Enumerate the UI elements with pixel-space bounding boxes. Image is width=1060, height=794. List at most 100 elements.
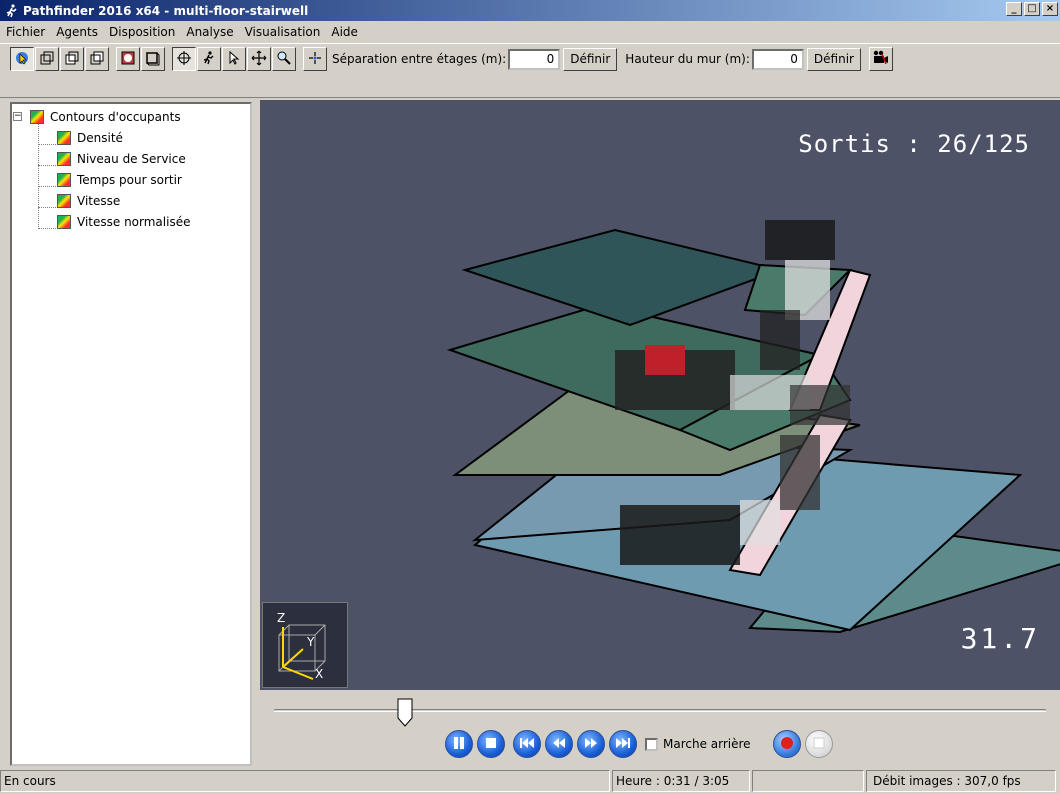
tree-root-contours[interactable]: Contours d'occupants: [30, 107, 181, 127]
floor-separation-label: Séparation entre étages (m):: [332, 52, 507, 66]
stop-button[interactable]: [477, 730, 505, 758]
orbit-icon: [176, 50, 192, 69]
zoom-button[interactable]: [272, 47, 296, 71]
fast-forward-icon: [583, 736, 599, 753]
timeline-track[interactable]: [274, 709, 1046, 712]
rewind-icon: [551, 736, 567, 753]
menu-bar: Fichier Agents Disposition Analyse Visua…: [0, 22, 1060, 42]
playback-controls: Marche arrière: [260, 690, 1060, 766]
render-mode-button[interactable]: [116, 47, 140, 71]
toolbar: Séparation entre étages (m): 0 Définir H…: [0, 43, 1060, 98]
rewind-button[interactable]: [545, 730, 573, 758]
title-bar: Pathfinder 2016 x64 - multi-floor-stairw…: [0, 0, 1060, 21]
tree-item-label: Vitesse normalisée: [77, 215, 191, 229]
record-button[interactable]: [772, 730, 801, 758]
menu-agents[interactable]: Agents: [50, 25, 103, 39]
tree-item-vitesse-normalisee[interactable]: Vitesse normalisée: [57, 212, 190, 232]
tree-item-densite[interactable]: Densité: [57, 128, 123, 148]
minimize-button[interactable]: _: [1006, 2, 1022, 16]
view-3d-button[interactable]: [35, 47, 59, 71]
wireframe-button[interactable]: [141, 47, 165, 71]
timeline-thumb[interactable]: [396, 698, 416, 731]
cube-side-icon: [89, 50, 105, 69]
define-floor-separation-button[interactable]: Définir: [563, 47, 618, 71]
stairwell-scene: [446, 220, 1060, 634]
reverse-checkbox[interactable]: [645, 737, 658, 751]
contour-gradient-icon: [57, 173, 71, 187]
arrow-pointer-icon: [226, 50, 242, 69]
collapse-toggle[interactable]: −: [13, 112, 22, 121]
tree-item-label: Niveau de Service: [77, 152, 186, 166]
movie-camera-icon: [872, 50, 890, 69]
center-button[interactable]: [303, 47, 327, 71]
menu-fichier[interactable]: Fichier: [0, 25, 50, 39]
orbit-button[interactable]: [172, 47, 196, 71]
tree-item-temps-pour-sortir[interactable]: Temps pour sortir: [57, 170, 182, 190]
tree-root-label: Contours d'occupants: [50, 110, 181, 124]
skip-start-icon: [519, 736, 535, 753]
menu-analyse[interactable]: Analyse: [180, 25, 238, 39]
pause-icon: [452, 736, 466, 753]
running-man-icon: [4, 3, 20, 19]
status-empty: [752, 770, 864, 792]
skip-end-icon: [615, 736, 631, 753]
pause-button[interactable]: [445, 730, 473, 758]
pan-button[interactable]: [247, 47, 271, 71]
status-fps: Débit images : 307,0 fps: [866, 770, 1056, 792]
frame-readout: 31.7: [960, 622, 1040, 655]
crosshair-icon: [307, 50, 323, 69]
camera-button[interactable]: [868, 47, 893, 71]
skip-start-button[interactable]: [513, 730, 541, 758]
view-side-button[interactable]: [85, 47, 109, 71]
cube-icon: [39, 50, 55, 69]
maximize-button[interactable]: □: [1024, 2, 1040, 16]
skip-end-button[interactable]: [609, 730, 637, 758]
pointer-button[interactable]: [222, 47, 246, 71]
tree-item-label: Temps pour sortir: [77, 173, 182, 187]
wall-height-label: Hauteur du mur (m):: [625, 52, 750, 66]
menu-visualisation[interactable]: Visualisation: [239, 25, 326, 39]
axis-x-label: X: [315, 667, 324, 681]
axis-z-label: Z: [277, 611, 286, 625]
axis-gizmo: Z Y X: [262, 602, 348, 688]
contour-gradient-icon: [57, 194, 71, 208]
agent-view-button[interactable]: [197, 47, 221, 71]
reverse-label: Marche arrière: [663, 737, 751, 751]
tree-item-niveau-de-service[interactable]: Niveau de Service: [57, 149, 186, 169]
define-wall-height-button[interactable]: Définir: [806, 47, 861, 71]
menu-aide[interactable]: Aide: [325, 25, 363, 39]
app-window: Pathfinder 2016 x64 - multi-floor-stairw…: [0, 0, 1060, 794]
stop-icon: [484, 736, 498, 753]
cube-front-icon: [64, 50, 80, 69]
3d-viewport[interactable]: Sortis : 26/125 31.7 Z Y X: [260, 100, 1060, 690]
box-icon: [145, 50, 161, 69]
status-state: En cours: [0, 770, 610, 792]
select-mode-button[interactable]: [10, 47, 34, 71]
tree-item-label: Vitesse: [77, 194, 121, 208]
exited-counter: Sortis : 26/125: [798, 130, 1030, 158]
wall-height-input[interactable]: 0: [751, 48, 804, 70]
record-icon: [779, 735, 795, 754]
record-stop-button[interactable]: [804, 730, 833, 758]
close-button[interactable]: ×: [1042, 2, 1058, 16]
cursor-globe-icon: [14, 50, 30, 69]
window-title: Pathfinder 2016 x64 - multi-floor-stairw…: [23, 3, 309, 18]
occupant-contours-tree: Contours d'occupants Densité Niveau de S…: [10, 102, 252, 766]
contour-gradient-icon: [57, 131, 71, 145]
tree-item-vitesse[interactable]: Vitesse: [57, 191, 120, 211]
view-front-button[interactable]: [60, 47, 84, 71]
magnifier-icon: [276, 50, 292, 69]
contour-gradient-icon: [57, 152, 71, 166]
render-icon: [120, 50, 136, 69]
stop-record-icon: [812, 736, 826, 753]
fast-forward-button[interactable]: [577, 730, 605, 758]
floor-5: [461, 228, 784, 327]
walker-icon: [201, 50, 217, 69]
status-time: Heure : 0:31 / 3:05: [612, 770, 750, 792]
axis-y-label: Y: [307, 635, 315, 649]
floor-separation-input[interactable]: 0: [508, 48, 561, 70]
menu-disposition[interactable]: Disposition: [103, 25, 180, 39]
move-arrows-icon: [251, 50, 267, 69]
contour-gradient-icon: [57, 215, 71, 229]
tree-item-label: Densité: [77, 131, 123, 145]
